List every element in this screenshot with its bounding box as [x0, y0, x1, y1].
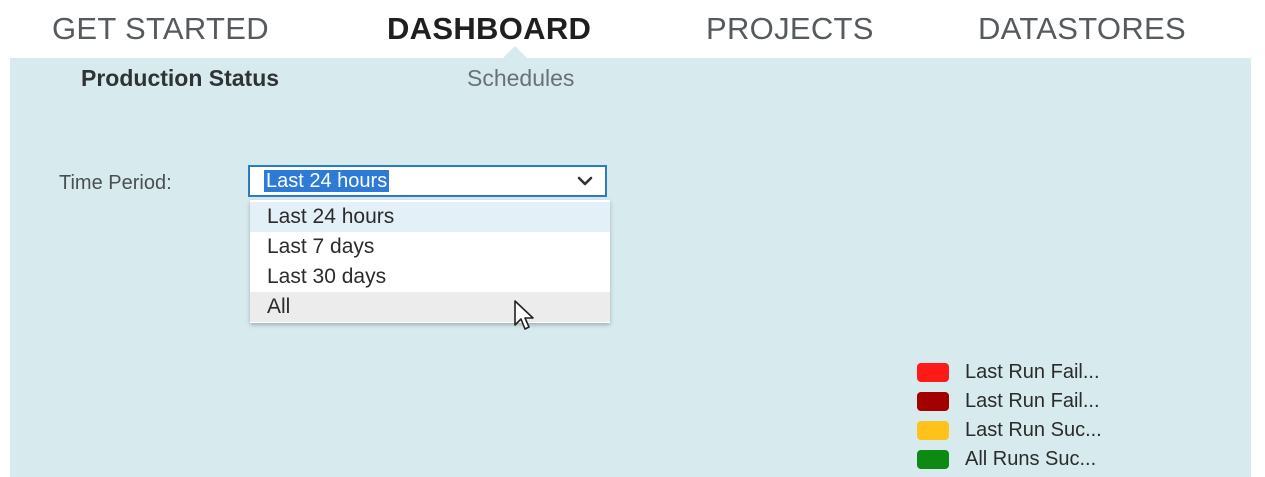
legend-label: Last Run Fail... — [965, 390, 1100, 412]
dashboard-panel: Production Status Schedules Time Period:… — [10, 58, 1251, 477]
subtab-schedules[interactable]: Schedules — [467, 65, 574, 92]
time-period-select[interactable]: Last 24 hours — [248, 165, 607, 197]
legend-swatch-yellow — [917, 421, 949, 440]
chevron-down-icon — [577, 176, 593, 186]
time-period-label: Time Period: — [59, 172, 172, 194]
legend-swatch-red — [917, 363, 949, 382]
dropdown-option-last-30-days[interactable]: Last 30 days — [250, 262, 610, 292]
subtab-production-status[interactable]: Production Status — [81, 65, 279, 92]
status-legend: Last Run Fail... Last Run Fail... Last R… — [917, 361, 1217, 477]
legend-item: Last Run Fail... — [917, 390, 1217, 419]
top-navigation: GET STARTED DASHBOARD PROJECTS DATASTORE… — [0, 0, 1265, 59]
legend-swatch-green — [917, 450, 949, 469]
nav-tab-datastores[interactable]: DATASTORES — [978, 11, 1186, 47]
legend-item: Last Run Fail... — [917, 361, 1217, 390]
legend-item: Last Run Suc... — [917, 419, 1217, 448]
legend-swatch-dark-red — [917, 392, 949, 411]
mouse-pointer-icon — [514, 300, 534, 330]
dropdown-option-all[interactable]: All — [250, 292, 610, 322]
legend-item: All Runs Suc... — [917, 448, 1217, 477]
legend-label: All Runs Suc... — [965, 448, 1097, 470]
dropdown-option-last-24-hours[interactable]: Last 24 hours — [250, 202, 610, 232]
time-period-selected-value: Last 24 hours — [264, 170, 390, 192]
nav-tab-get-started[interactable]: GET STARTED — [52, 11, 269, 47]
nav-tab-dashboard[interactable]: DASHBOARD — [387, 11, 591, 47]
nav-tab-projects[interactable]: PROJECTS — [706, 11, 874, 47]
dropdown-option-last-7-days[interactable]: Last 7 days — [250, 232, 610, 262]
legend-label: Last Run Fail... — [965, 361, 1100, 383]
legend-label: Last Run Suc... — [965, 419, 1102, 441]
time-period-dropdown: Last 24 hours Last 7 days Last 30 days A… — [250, 200, 610, 323]
